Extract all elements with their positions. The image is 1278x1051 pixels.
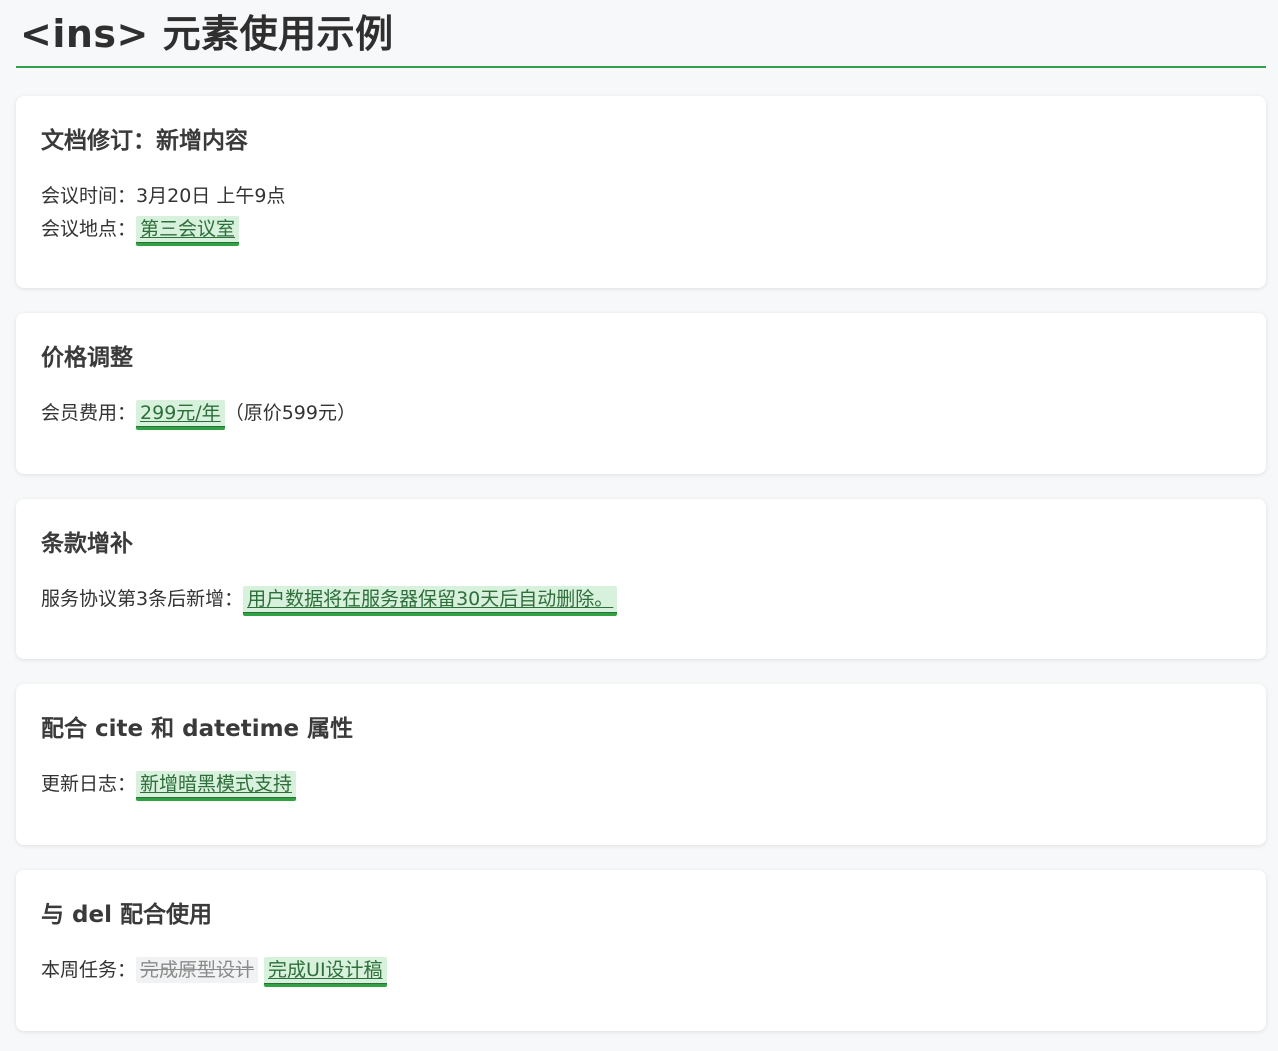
card-title: 价格调整	[41, 345, 133, 371]
card-title: 配合 cite 和 datetime 属性	[41, 716, 354, 742]
meeting-time-label: 会议时间：	[41, 185, 137, 207]
meeting-time-line: 会议时间：3月20日 上午9点	[41, 180, 1241, 213]
deleted-text: 完成原型设计	[136, 957, 259, 983]
original-price-note: （原价599元）	[224, 402, 356, 424]
card-title: 与 del 配合使用	[41, 902, 212, 928]
title-divider	[16, 66, 1266, 68]
service-agreement-label: 服务协议第3条后新增：	[41, 588, 244, 610]
membership-fee-label: 会员费用：	[41, 402, 137, 424]
card-cite-datetime: 配合 cite 和 datetime 属性 更新日志： 新增暗黑模式支持	[16, 684, 1266, 845]
weekly-task-label: 本周任务：	[41, 959, 137, 981]
service-agreement-line: 服务协议第3条后新增： 用户数据将在服务器保留30天后自动删除。	[41, 583, 1241, 616]
page: <ins> 元素使用示例 文档修订：新增内容 会议时间：3月20日 上午9点 会…	[0, 0, 1278, 1051]
inserted-text: 新增暗黑模式支持	[136, 771, 297, 801]
card-with-del: 与 del 配合使用 本周任务： 完成原型设计 完成UI设计稿	[16, 870, 1266, 1031]
card-clause-addition: 条款增补 服务协议第3条后新增： 用户数据将在服务器保留30天后自动删除。	[16, 499, 1266, 659]
changelog-line: 更新日志： 新增暗黑模式支持	[41, 768, 1241, 801]
inserted-text: 用户数据将在服务器保留30天后自动删除。	[243, 586, 618, 616]
weekly-task-line: 本周任务： 完成原型设计 完成UI设计稿	[41, 954, 1241, 987]
card-price-adjustment: 价格调整 会员费用： 299元/年 （原价599元）	[16, 313, 1266, 474]
meeting-location-label: 会议地点：	[41, 218, 137, 240]
meeting-location-line: 会议地点： 第三会议室	[41, 213, 1241, 246]
page-title: <ins> 元素使用示例	[20, 12, 394, 56]
card-title: 文档修订：新增内容	[41, 128, 248, 154]
membership-fee-line: 会员费用： 299元/年 （原价599元）	[41, 397, 1241, 430]
card-document-revision: 文档修订：新增内容 会议时间：3月20日 上午9点 会议地点： 第三会议室	[16, 96, 1266, 288]
card-title: 条款增补	[41, 531, 133, 557]
inserted-text: 第三会议室	[136, 216, 240, 246]
inserted-text: 完成UI设计稿	[264, 957, 387, 987]
inserted-text: 299元/年	[136, 400, 225, 430]
changelog-label: 更新日志：	[41, 773, 137, 795]
meeting-time-value: 3月20日 上午9点	[136, 185, 286, 207]
